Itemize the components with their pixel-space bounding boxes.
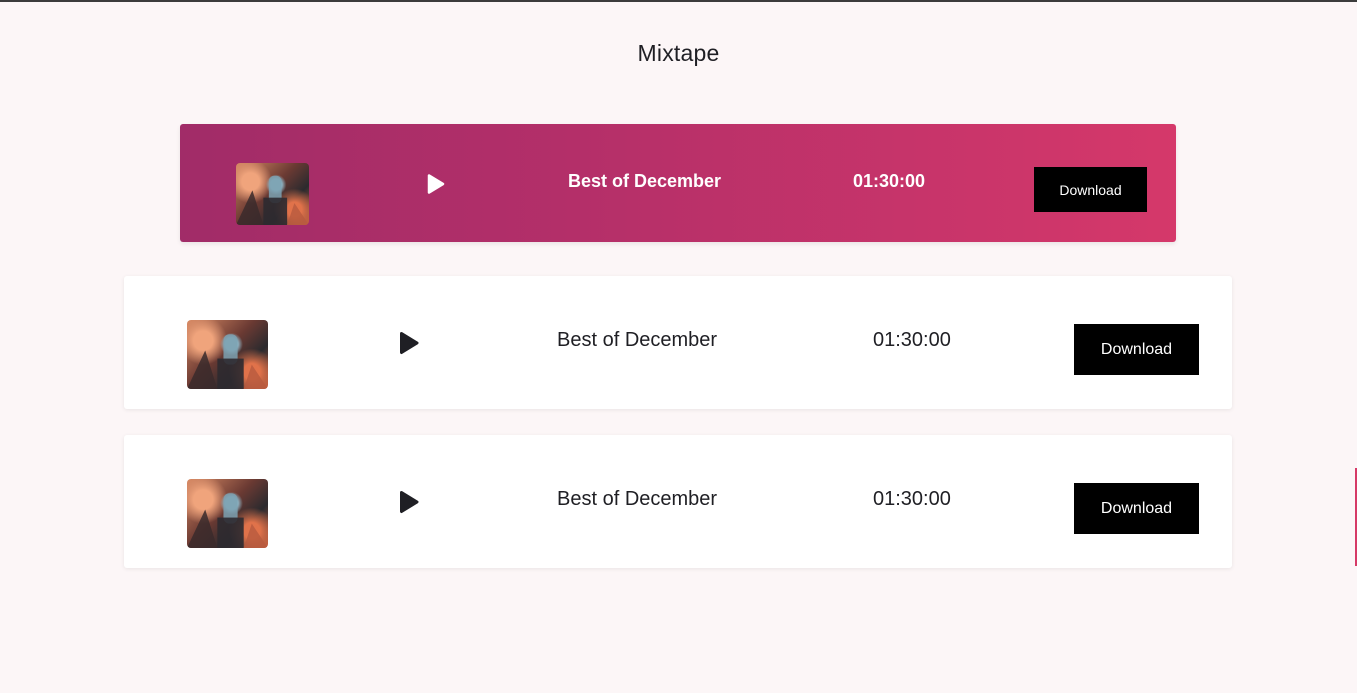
album-art-thumbnail — [187, 479, 268, 548]
track-card-active[interactable]: Best of December 01:30:00 Download — [180, 124, 1176, 242]
download-button[interactable]: Download — [1034, 167, 1147, 212]
track-duration: 01:30:00 — [873, 329, 951, 351]
track-title: Best of December — [568, 171, 722, 191]
play-button[interactable] — [398, 490, 420, 514]
track-duration: 01:30:00 — [853, 171, 926, 191]
download-button[interactable]: Download — [1074, 483, 1199, 534]
play-icon — [427, 174, 445, 194]
play-icon — [400, 332, 419, 354]
play-icon — [400, 491, 419, 513]
track-card[interactable]: Best of December 01:30:00 Download — [124, 276, 1232, 409]
track-duration: 01:30:00 — [873, 488, 951, 510]
download-button[interactable]: Download — [1074, 324, 1199, 375]
track-title: Best of December — [557, 488, 718, 510]
album-art-thumbnail — [187, 320, 268, 389]
track-card[interactable]: Best of December 01:30:00 Download — [124, 435, 1232, 568]
album-art-thumbnail — [236, 163, 309, 225]
track-title: Best of December — [557, 329, 718, 351]
play-button[interactable] — [426, 173, 446, 195]
play-button[interactable] — [398, 331, 420, 355]
track-list: Best of December 01:30:00 Download Best … — [0, 0, 1357, 693]
